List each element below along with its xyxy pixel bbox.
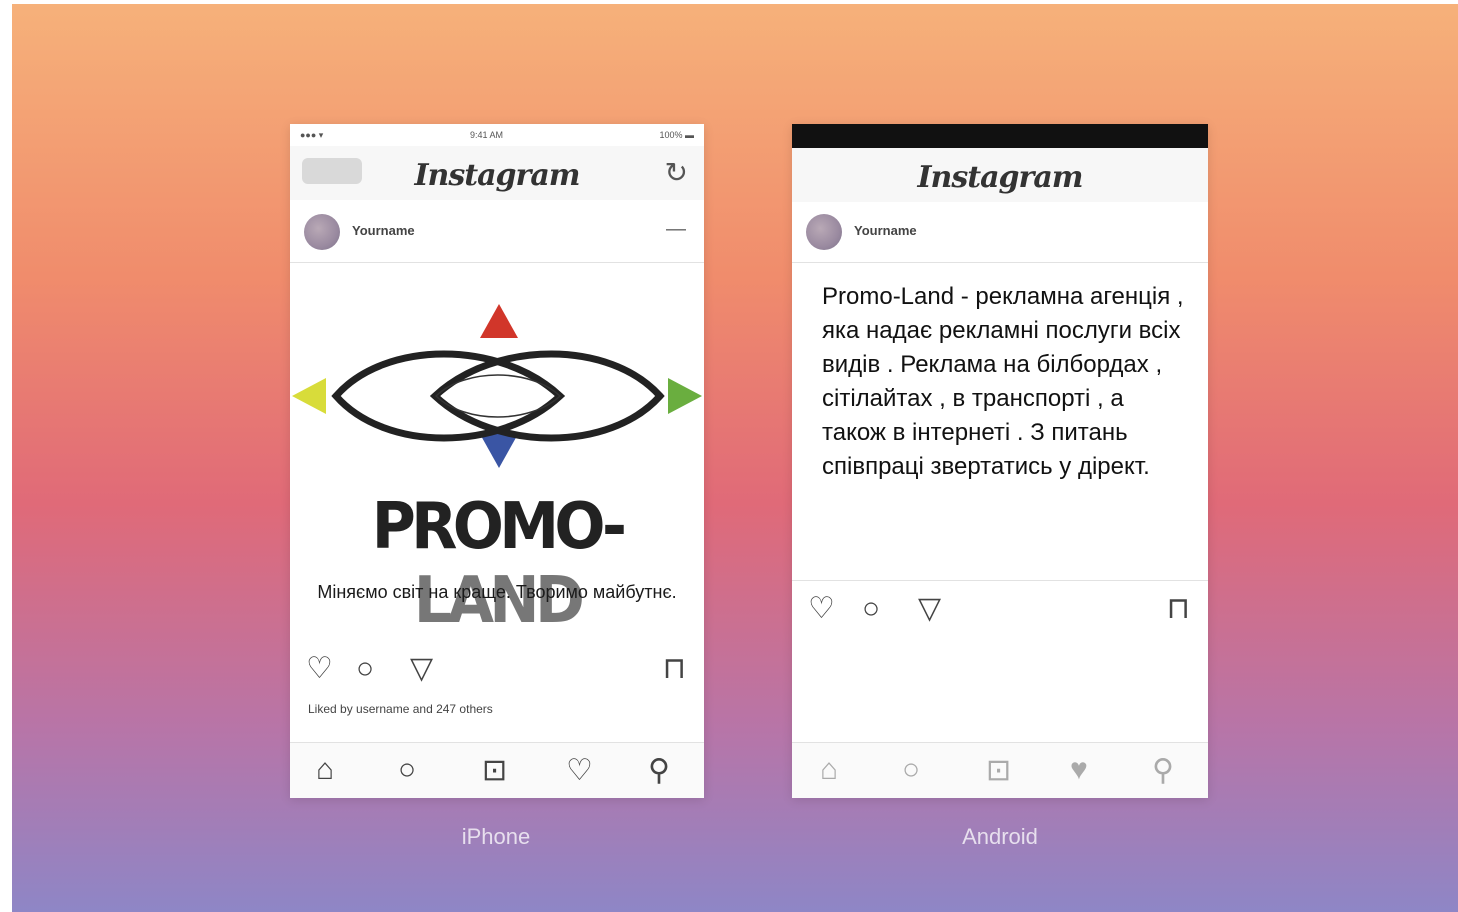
share-icon[interactable]: ▽ <box>410 654 433 684</box>
post-actions: ♡ ○ ▽ ⊓ <box>792 586 1208 632</box>
post-caption-panel: Promo-Land - рекламна агенція , яка нада… <box>792 264 1208 581</box>
app-header: Instagram ↻ <box>290 146 704 200</box>
signal-icon: ●●● ▾ <box>300 130 324 140</box>
bookmark-icon[interactable]: ⊓ <box>1167 594 1190 624</box>
promo-land-logo <box>292 304 702 468</box>
app-header: Instagram <box>792 148 1208 202</box>
tab-bar: ⌂ ○ ⊡ ♥ ⚲ <box>792 742 1208 798</box>
outer-loop-right <box>429 350 665 442</box>
android-label: Android <box>962 824 1038 849</box>
search-icon[interactable]: ○ <box>398 753 416 787</box>
clock: 9:41 AM <box>470 130 504 140</box>
username[interactable]: Yourname <box>854 223 917 238</box>
profile-icon[interactable]: ⚲ <box>1152 753 1174 788</box>
refresh-icon[interactable]: ↻ <box>665 156 688 189</box>
like-icon[interactable]: ♡ <box>306 654 333 684</box>
activity-icon[interactable]: ♡ <box>566 753 593 788</box>
home-icon[interactable]: ⌂ <box>820 753 838 787</box>
status-bar <box>792 124 1208 148</box>
activity-icon[interactable]: ♥ <box>1070 753 1088 787</box>
search-icon[interactable]: ○ <box>902 753 920 787</box>
instagram-wordmark: Instagram <box>414 158 581 193</box>
instagram-wordmark: Instagram <box>917 160 1084 195</box>
iphone-label: iPhone <box>461 824 531 849</box>
triangle-left <box>292 378 326 414</box>
triangle-up <box>480 304 518 338</box>
gradient-backdrop <box>12 4 1458 912</box>
more-options-icon[interactable]: — <box>666 218 686 241</box>
comment-icon[interactable]: ○ <box>862 594 880 624</box>
tab-bar: ⌂ ○ ⊡ ♡ ⚲ <box>290 742 704 798</box>
avatar[interactable] <box>806 214 842 250</box>
likes-text: Liked by username and 247 others <box>308 702 493 716</box>
outer-loop-left <box>331 350 566 442</box>
share-icon[interactable]: ▽ <box>918 594 941 624</box>
android-mockup: Instagram Yourname Promo-Land - рекламна… <box>792 124 1208 798</box>
triangle-right <box>668 378 702 414</box>
brand-name-part1: PROMO- <box>371 490 627 564</box>
username[interactable]: Yourname <box>352 223 415 238</box>
avatar[interactable] <box>304 214 340 250</box>
iphone-mockup: ●●● ▾ 9:41 AM 100% ▬ Instagram ↻ Yournam… <box>290 124 704 798</box>
comment-icon[interactable]: ○ <box>356 654 374 684</box>
triangle-down <box>480 434 518 468</box>
status-bar: ●●● ▾ 9:41 AM 100% ▬ <box>290 124 704 146</box>
home-icon[interactable]: ⌂ <box>316 753 334 787</box>
battery-icon: 100% ▬ <box>659 130 694 140</box>
tagline: Міняємо світ на краще. Творимо майбутнє. <box>317 582 677 602</box>
post-actions: ♡ ○ ▽ ⊓ <box>290 646 704 692</box>
profile-icon[interactable]: ⚲ <box>648 753 670 788</box>
add-post-icon[interactable]: ⊡ <box>482 753 507 788</box>
add-post-icon[interactable]: ⊡ <box>986 753 1011 788</box>
post-header: Yourname — <box>290 208 704 263</box>
post-image: PROMO-LAND Міняємо світ на краще. Творим… <box>290 264 704 644</box>
brand-name: PROMO-LAND <box>302 490 691 638</box>
post-header: Yourname <box>792 208 1208 263</box>
bookmark-icon[interactable]: ⊓ <box>663 654 686 684</box>
like-icon[interactable]: ♡ <box>808 594 835 624</box>
post-caption: Promo-Land - рекламна агенція , яка нада… <box>822 283 1184 480</box>
